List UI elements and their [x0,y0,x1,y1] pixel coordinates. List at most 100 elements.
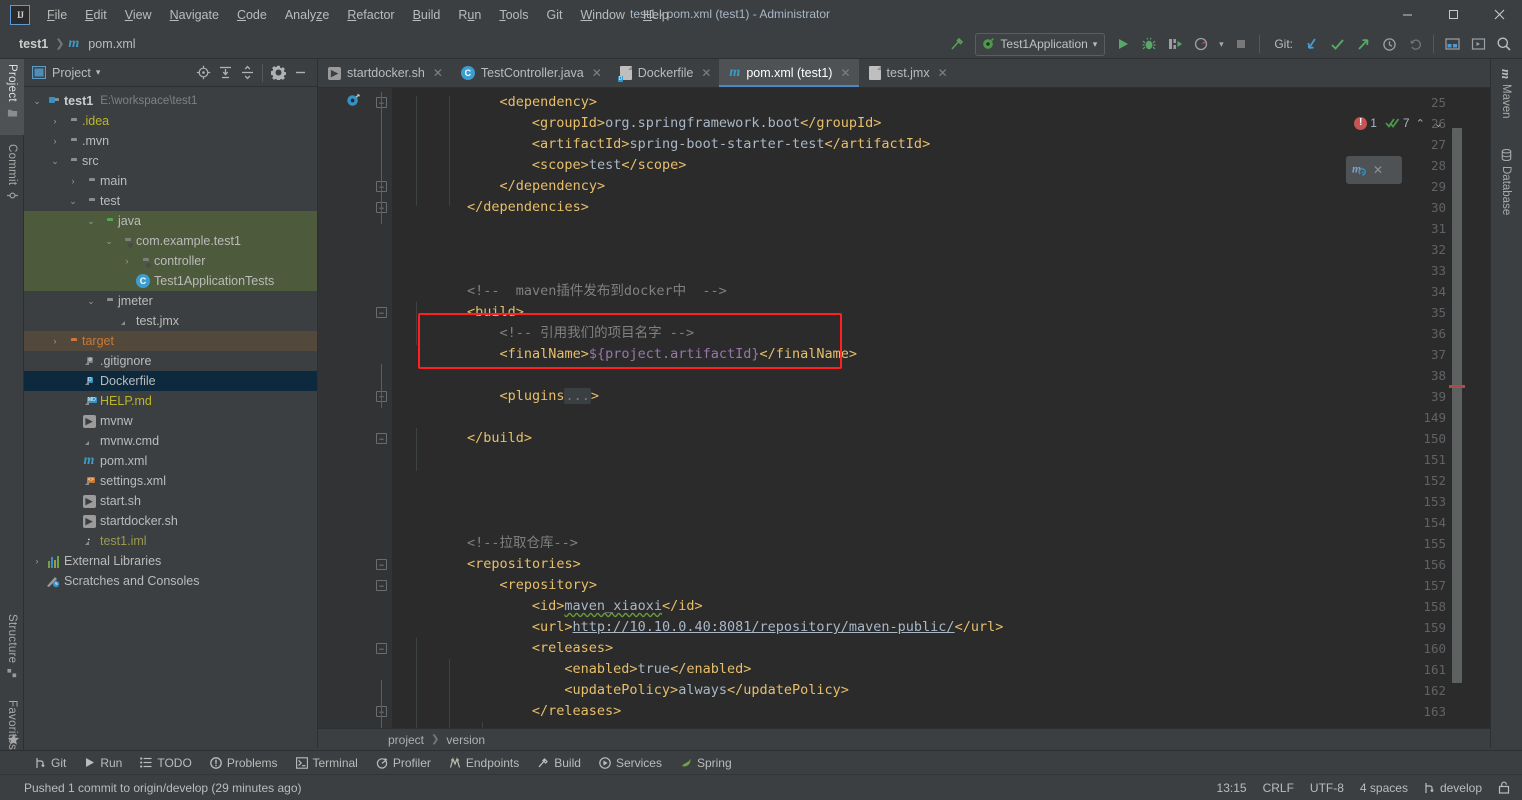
tree-node-start-sh[interactable]: ▶ start.sh [24,491,317,511]
run-with-coverage-icon[interactable] [1163,32,1187,56]
code-line[interactable]: <releases> [402,638,613,659]
chevron-right-icon[interactable]: › [120,256,134,266]
code-fold-toggle[interactable]: − [376,643,387,654]
caret-position[interactable]: 13:15 [1217,781,1247,795]
minimize-button[interactable] [1384,0,1430,29]
code-line[interactable]: <groupId>org.springframework.boot</group… [402,113,882,134]
tool-window-build[interactable]: Build [528,751,590,775]
tree-node--idea[interactable]: › .idea [24,111,317,131]
tree-node-test1applicationtests[interactable]: C Test1ApplicationTests [24,271,317,291]
tree-node-test[interactable]: ⌄ test [24,191,317,211]
tree-node-scratches-and-consoles[interactable]: Scratches and Consoles [24,571,317,591]
code-line[interactable]: <scope>test</scope> [402,155,686,176]
tree-node-external-libraries[interactable]: › External Libraries [24,551,317,571]
tree-node-src[interactable]: ⌄ src [24,151,317,171]
stop-icon[interactable] [1229,32,1253,56]
code-line[interactable]: <url>http://10.10.0.40:8081/repository/m… [402,617,1003,638]
hide-panel-icon[interactable] [289,62,311,84]
tool-window-profiler[interactable]: Profiler [367,751,440,775]
rollback-icon[interactable] [1403,32,1427,56]
profile-icon[interactable] [1189,32,1213,56]
menu-run[interactable]: Run [449,4,490,26]
tool-window-spring[interactable]: Spring [671,751,741,775]
sidebar-item-commit[interactable]: Commit [0,139,24,217]
editor-tab-startdocker-sh[interactable]: ▶ startdocker.sh ✕ [318,59,451,87]
chevron-down-icon[interactable]: ⌄ [84,216,98,227]
commit-icon[interactable] [1325,32,1349,56]
sidebar-item-database[interactable]: Database [1490,141,1522,233]
menu-build[interactable]: Build [404,4,450,26]
chevron-right-icon[interactable]: › [30,556,44,566]
sidebar-item-structure[interactable]: Structure [0,609,24,691]
code-line[interactable]: <!-- 引用我们的项目名字 --> [402,323,694,344]
tool-window-endpoints[interactable]: Endpoints [440,751,528,775]
code-line[interactable]: <repositories> [402,554,581,575]
project-tree[interactable]: ⌄ test1 E:\workspace\test1 › .idea › .mvn ⌄ src ›… [24,87,317,745]
code-line[interactable]: <repository> [402,575,597,596]
tool-window-terminal[interactable]: Terminal [287,751,367,775]
file-encoding[interactable]: UTF-8 [1310,781,1344,795]
tree-node-controller[interactable]: › controller [24,251,317,271]
tree-node-mvnw-cmd[interactable]: mvnw.cmd [24,431,317,451]
next-problem-icon[interactable]: ⌄ [1431,117,1446,130]
code-line[interactable]: <artifactId>spring-boot-starter-test</ar… [402,134,930,155]
code-line[interactable]: <build> [402,302,524,323]
tree-node-mvnw[interactable]: ▶ mvnw [24,411,317,431]
settings-gear-icon[interactable] [267,62,289,84]
close-tab-icon[interactable]: ✕ [840,66,850,80]
run-test-gutter-icon[interactable] [346,93,361,108]
breadcrumb-version-element[interactable]: version [446,733,485,747]
editor-scrollbar[interactable] [1452,128,1462,683]
tool-window-services[interactable]: Services [590,751,671,775]
editor-tab-testcontroller-java[interactable]: C TestController.java ✕ [451,59,610,87]
chevron-down-icon[interactable]: ⌄ [30,96,44,107]
editor-tab-pom-xml-test1-[interactable]: m pom.xml (test1) ✕ [719,59,859,87]
bookmark-star-icon[interactable] [4,730,22,748]
collapse-all-icon[interactable] [236,62,258,84]
menu-refactor[interactable]: Refactor [338,4,403,26]
code-fold-toggle[interactable]: − [376,580,387,591]
tree-node-jmeter[interactable]: ⌄ jmeter [24,291,317,311]
search-icon[interactable] [1492,32,1516,56]
menu-analyze[interactable]: Analyze [276,4,338,26]
menu-view[interactable]: View [116,4,161,26]
run-configuration-selector[interactable]: Test1Application ▾ [975,32,1106,56]
chevron-down-icon[interactable]: ⌄ [84,296,98,307]
preview-icon[interactable] [1466,32,1490,56]
tree-node-target[interactable]: › target [24,331,317,351]
tree-node-main[interactable]: › main [24,171,317,191]
close-button[interactable] [1476,0,1522,29]
tree-node-dockerfile[interactable]: D Dockerfile [24,371,317,391]
tool-window-run[interactable]: Run [75,751,131,775]
layout-icon[interactable] [1440,32,1464,56]
close-tab-icon[interactable]: ✕ [433,66,443,80]
menu-code[interactable]: Code [228,4,276,26]
code-token-fold[interactable]: ... [564,388,591,404]
code-fold-toggle[interactable]: − [376,433,387,444]
tree-node-startdocker-sh[interactable]: ▶ startdocker.sh [24,511,317,531]
code-line[interactable]: <enabled>true</enabled> [402,659,751,680]
chevron-right-icon[interactable]: › [66,176,80,186]
breadcrumb-file[interactable]: pom.xml [85,35,138,53]
chevron-down-icon[interactable]: ⌄ [66,196,80,207]
editor-tab-test-jmx[interactable]: test.jmx ✕ [859,59,956,87]
menu-window[interactable]: Window [571,4,633,26]
tree-node-pom-xml[interactable]: m pom.xml [24,451,317,471]
chevron-right-icon[interactable]: › [48,116,62,126]
close-icon[interactable]: ✕ [1373,163,1383,177]
inspection-status-widget[interactable]: ! 1 7 ⌃ ⌄ [1354,116,1446,130]
tool-window-git[interactable]: Git [26,751,75,775]
menu-file[interactable]: File [38,4,76,26]
menu-edit[interactable]: Edit [76,4,116,26]
tree-node-test1-iml[interactable]: ▪ test1.iml [24,531,317,551]
code-line[interactable]: </dependency> [402,176,605,197]
lock-icon[interactable] [1498,781,1510,794]
close-tab-icon[interactable]: ✕ [592,66,602,80]
locate-icon[interactable] [192,62,214,84]
sidebar-item-maven[interactable]: m Maven [1490,61,1522,133]
menu-tools[interactable]: Tools [490,4,537,26]
close-tab-icon[interactable]: ✕ [938,66,948,80]
tree-node-com-example-test1[interactable]: ⌄ com.example.test1 [24,231,317,251]
maximize-button[interactable] [1430,0,1476,29]
breadcrumb-project-element[interactable]: project [388,733,424,747]
